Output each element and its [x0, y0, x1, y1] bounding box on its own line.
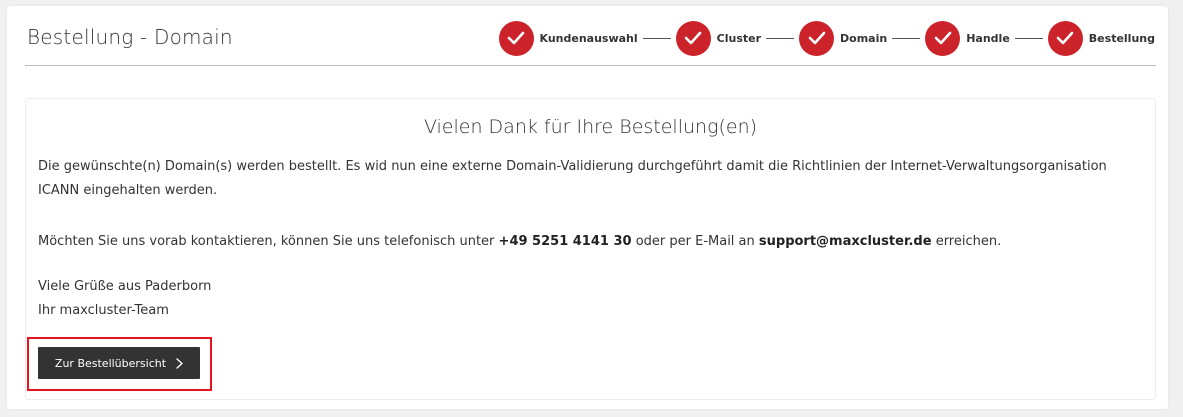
progress-steps: Kundenauswahl Cluster Domain Handle Best…	[498, 20, 1155, 56]
step-domain: Domain	[799, 20, 888, 56]
phone-number: +49 5251 4141 30	[498, 234, 632, 249]
check-icon	[799, 20, 835, 56]
order-overview-button[interactable]: Zur Bestellübersicht	[38, 347, 200, 379]
page-title: Bestellung - Domain	[27, 25, 233, 49]
signature: Ihr maxcluster-Team	[38, 303, 169, 318]
step-label: Cluster	[716, 31, 762, 45]
check-icon	[925, 20, 961, 56]
step-kundenauswahl: Kundenauswahl	[498, 20, 638, 56]
order-overview-button-label: Zur Bestellübersicht	[54, 356, 167, 370]
step-cluster: Cluster	[675, 20, 762, 56]
chevron-right-icon	[176, 357, 183, 369]
step-handle: Handle	[925, 20, 1010, 56]
step-bestellung: Bestellung	[1047, 20, 1155, 56]
contact-text-middle: oder per E-Mail an	[631, 234, 759, 249]
step-label: Kundenauswahl	[539, 31, 638, 45]
step-label: Handle	[966, 31, 1010, 45]
confirmation-card: Vielen Dank für Ihre Bestellung(en) Die …	[25, 98, 1156, 400]
closing-text: Viele Grüße aus Paderborn Ihr maxcluster-…	[38, 275, 1143, 323]
check-icon	[498, 20, 534, 56]
step-connector	[892, 37, 921, 39]
greeting: Viele Grüße aus Paderborn	[38, 279, 212, 294]
contact-text-after: erreichen.	[931, 234, 1002, 249]
step-connector	[1014, 37, 1043, 39]
support-email: support@maxcluster.de	[758, 234, 932, 249]
step-connector	[766, 37, 795, 39]
step-label: Bestellung	[1088, 31, 1155, 45]
step-label: Domain	[840, 31, 888, 45]
order-panel: Bestellung - Domain Kundenauswahl Cluste…	[7, 6, 1168, 409]
check-icon	[675, 20, 711, 56]
check-icon	[1047, 20, 1083, 56]
header-divider	[25, 65, 1156, 66]
contact-text: Möchten Sie uns vorab kontaktieren, könn…	[38, 230, 1143, 254]
step-connector	[642, 37, 671, 39]
validation-text: Die gewünschte(n) Domain(s) werden beste…	[38, 159, 1107, 198]
card-title: Vielen Dank für Ihre Bestellung(en)	[423, 116, 758, 138]
contact-text-before: Möchten Sie uns vorab kontaktieren, könn…	[38, 234, 499, 249]
